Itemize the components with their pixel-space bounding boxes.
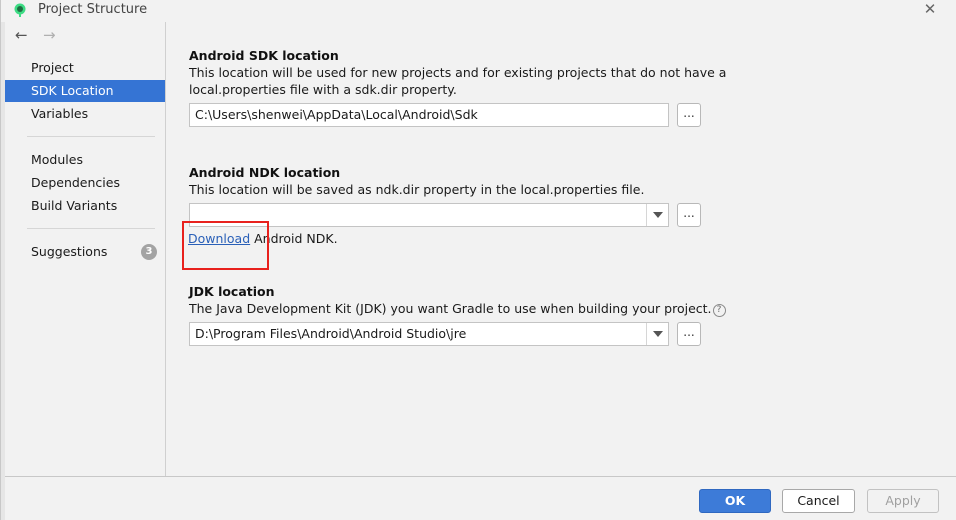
sidebar-item-sdk-location[interactable]: SDK Location (5, 80, 165, 102)
jdk-section-title: JDK location (189, 284, 275, 299)
ndk-section-title: Android NDK location (189, 165, 341, 180)
annotation-highlight-box (182, 221, 269, 270)
sidebar-item-dependencies[interactable]: Dependencies (5, 172, 165, 194)
close-icon[interactable]: ✕ (922, 1, 938, 17)
jdk-path-combo[interactable]: D:\Program Files\Android\Android Studio\… (189, 322, 669, 346)
sdk-browse-button[interactable]: ... (677, 103, 701, 127)
suggestions-count-badge: 3 (141, 244, 157, 260)
sidebar-divider (27, 228, 155, 229)
ndk-description: This location will be saved as ndk.dir p… (189, 182, 645, 197)
dialog-footer: OK Cancel Apply (5, 476, 956, 520)
ndk-browse-button[interactable]: ... (677, 203, 701, 227)
back-arrow-icon[interactable]: ← (15, 28, 31, 44)
jdk-path-value: D:\Program Files\Android\Android Studio\… (195, 326, 467, 341)
sidebar-item-modules[interactable]: Modules (5, 149, 165, 171)
window-title: Project Structure (38, 2, 148, 17)
jdk-description-text: The Java Development Kit (JDK) you want … (189, 301, 712, 316)
sidebar: ← → Project SDK Location Variables Modul… (5, 22, 166, 476)
dropdown-arrow-icon[interactable] (646, 204, 668, 226)
sidebar-item-project[interactable]: Project (5, 57, 165, 79)
dropdown-arrow-icon[interactable] (646, 323, 668, 345)
android-studio-icon (14, 3, 26, 17)
cancel-button[interactable]: Cancel (782, 489, 855, 513)
forward-arrow-icon[interactable]: → (43, 28, 59, 44)
sdk-location-panel: Android SDK location This location will … (167, 22, 956, 476)
sdk-description-line1: This location will be used for new proje… (189, 65, 727, 80)
ok-button[interactable]: OK (699, 489, 771, 513)
sdk-description-line2: local.properties file with a sdk.dir pro… (189, 82, 457, 97)
apply-button[interactable]: Apply (867, 489, 939, 513)
sidebar-item-label: Suggestions (31, 244, 108, 259)
sidebar-item-suggestions[interactable]: Suggestions 3 (5, 241, 165, 263)
sidebar-item-variables[interactable]: Variables (5, 103, 165, 125)
project-structure-dialog: Project Structure ✕ ← → Project SDK Loca… (0, 0, 956, 520)
sdk-section-title: Android SDK location (189, 48, 339, 63)
jdk-description: The Java Development Kit (JDK) you want … (189, 300, 726, 317)
title-bar: Project Structure ✕ (1, 0, 956, 22)
sdk-path-field[interactable]: C:\Users\shenwei\AppData\Local\Android\S… (189, 103, 669, 127)
jdk-browse-button[interactable]: ... (677, 322, 701, 346)
sidebar-divider (27, 136, 155, 137)
help-icon[interactable]: ? (712, 304, 726, 317)
sidebar-item-build-variants[interactable]: Build Variants (5, 195, 165, 217)
